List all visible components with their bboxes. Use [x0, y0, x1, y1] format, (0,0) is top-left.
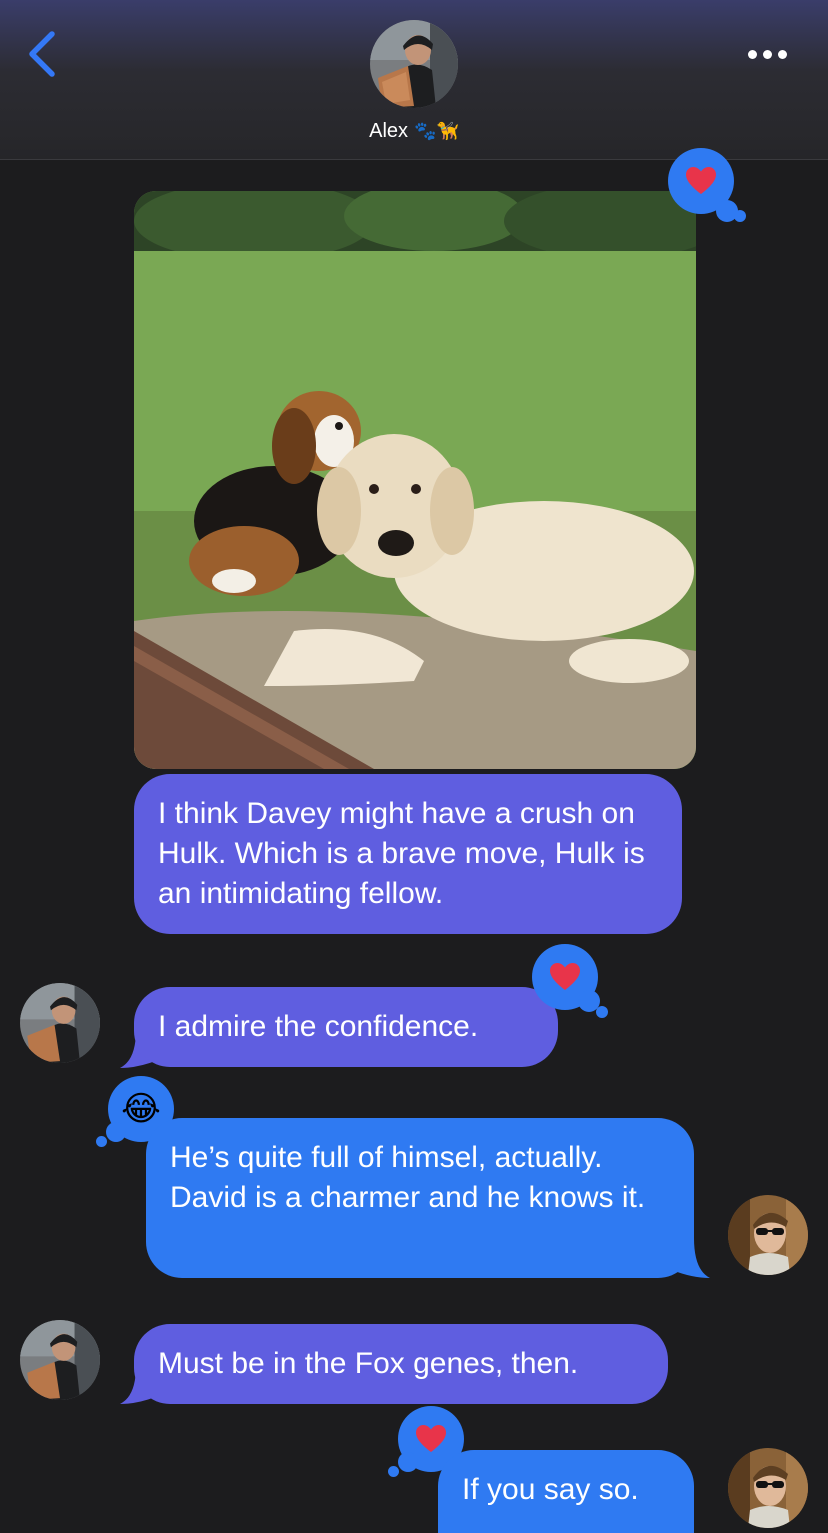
laughing-emoji-icon: 😂	[121, 1089, 161, 1129]
heart-icon	[550, 963, 580, 990]
contact-name[interactable]: Alex 🐾🦮	[300, 118, 528, 145]
message-bubble-outgoing[interactable]: He’s quite full of himsel, actually. Dav…	[146, 1118, 694, 1278]
contact-avatar[interactable]	[370, 20, 458, 108]
contact-name-emojis: 🐾🦮	[414, 121, 459, 142]
reaction-tail-dot	[596, 1006, 608, 1018]
contact-name-text: Alex	[369, 120, 409, 142]
reaction-tail-dot	[388, 1466, 399, 1477]
reaction-tail-dot	[398, 1452, 418, 1472]
more-options-button[interactable]	[748, 44, 794, 64]
reaction-tail-dot	[734, 210, 746, 222]
message-bubble-incoming[interactable]: I think Davey might have a crush on Hulk…	[134, 774, 682, 934]
more-dot-icon	[778, 49, 787, 59]
more-dot-icon	[763, 49, 772, 59]
back-button[interactable]	[22, 28, 62, 80]
my-avatar[interactable]	[728, 1448, 808, 1528]
message-text: He’s quite full of himsel, actually. Dav…	[170, 1141, 646, 1214]
message-image[interactable]	[134, 191, 696, 769]
message-bubble-incoming[interactable]: Must be in the Fox genes, then.	[134, 1324, 668, 1404]
message-text: If you say so.	[462, 1473, 639, 1506]
reaction-tail-dot	[96, 1136, 107, 1147]
message-bubble-incoming[interactable]: I admire the confidence.	[134, 987, 558, 1067]
sender-avatar[interactable]	[20, 983, 100, 1063]
heart-icon	[686, 167, 716, 194]
chevron-left-icon	[29, 31, 55, 77]
my-avatar[interactable]	[728, 1195, 808, 1275]
message-text: Must be in the Fox genes, then.	[158, 1347, 579, 1380]
heart-icon	[416, 1425, 446, 1452]
message-text: I admire the confidence.	[158, 1010, 479, 1043]
reaction-tail-dot	[106, 1122, 126, 1142]
chat-header: Alex 🐾🦮	[0, 0, 828, 160]
message-bubble-outgoing[interactable]: If you say so.	[438, 1450, 694, 1533]
sender-avatar[interactable]	[20, 1320, 100, 1400]
photo-dogs-icon	[134, 191, 696, 769]
more-dot-icon	[748, 49, 757, 59]
message-text: I think Davey might have a crush on Hulk…	[158, 797, 645, 910]
